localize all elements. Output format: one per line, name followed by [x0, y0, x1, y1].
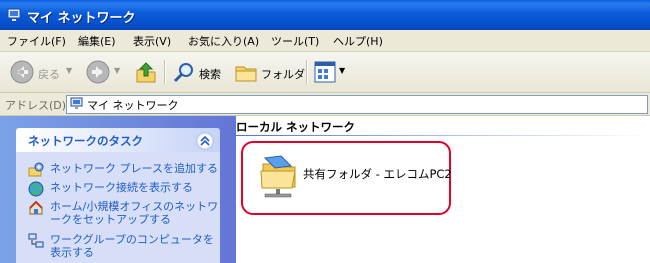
title-bar[interactable]: マイ ネットワーク [0, 0, 650, 30]
back-button[interactable]: 戻る ▼ [6, 56, 76, 88]
folder-icon [235, 66, 257, 82]
forward-button[interactable]: ▼ [82, 56, 124, 88]
network-places-icon [7, 8, 21, 21]
add-network-place-icon [28, 162, 44, 177]
address-label: アドレス(D) [5, 99, 67, 112]
task-setup-home-network-label: ホーム/小規模オフィスのネットワークをセットアップする [50, 200, 219, 226]
task-view-connections[interactable]: ネットワーク接続を表示する [28, 181, 218, 197]
search-label: 検索 [199, 68, 221, 81]
window-title: マイ ネットワーク [27, 11, 136, 26]
network-folder-icon [260, 155, 296, 198]
toolbar-separator [306, 60, 308, 84]
views-dropdown-icon: ▼ [339, 66, 346, 75]
workgroup-computers-icon [28, 233, 44, 248]
address-value: マイ ネットワーク [87, 99, 179, 112]
globe-icon [28, 181, 44, 197]
menu-help[interactable]: ヘルプ(H) [333, 33, 383, 49]
group-header: ローカル ネットワーク [236, 120, 356, 134]
collapse-button[interactable] [196, 132, 214, 150]
task-panel-body: ネットワーク プレースを追加する ネットワーク接続を表示する ホーム/小規模オフ… [16, 152, 220, 263]
task-view-workgroup-label: ワークグループのコンピュータを表示する [50, 233, 214, 259]
back-arrow-icon [10, 60, 34, 84]
menu-bar: ファイル(F) 編集(E) 表示(V) お気に入り(A) ツール(T) ヘルプ(… [0, 30, 650, 52]
content-area: ローカル ネットワーク 共有フォルダ - エレコムPC2 [236, 116, 650, 263]
task-panel-header[interactable]: ネットワークのタスク [16, 128, 220, 152]
task-pane: ネットワークのタスク ネットワーク プレースを追加する ネットワーク接続を表示す… [0, 116, 236, 263]
shared-folder-item[interactable]: 共有フォルダ - エレコムPC2 [241, 141, 452, 215]
forward-arrow-icon [86, 60, 110, 84]
search-button[interactable]: 検索 [170, 56, 226, 88]
network-places-icon [70, 97, 83, 109]
toolbar: 戻る ▼ ▼ 検索 フォルダ ▼ [0, 52, 650, 93]
menu-edit[interactable]: 編集(E) [78, 33, 116, 49]
task-add-network-place[interactable]: ネットワーク プレースを追加する [28, 162, 218, 177]
back-label: 戻る [38, 68, 60, 81]
task-add-network-place-label: ネットワーク プレースを追加する [50, 162, 218, 175]
address-bar: アドレス(D) マイ ネットワーク [0, 93, 650, 116]
group-divider [236, 135, 650, 136]
shared-folder-label: 共有フォルダ - エレコムPC2 [303, 167, 452, 181]
forward-dropdown-icon: ▼ [114, 66, 121, 75]
task-view-connections-label: ネットワーク接続を表示する [50, 181, 193, 194]
home-network-icon [29, 200, 43, 215]
search-icon [173, 63, 193, 83]
task-panel-title: ネットワークのタスク [28, 134, 143, 148]
chevron-up-icon [200, 136, 210, 146]
up-folder-button[interactable] [130, 56, 160, 88]
toolbar-separator [164, 60, 166, 84]
menu-view[interactable]: 表示(V) [133, 33, 171, 49]
views-icon [314, 61, 336, 83]
task-setup-home-network[interactable]: ホーム/小規模オフィスのネットワークをセットアップする [28, 200, 218, 228]
address-input[interactable]: マイ ネットワーク [66, 95, 648, 114]
menu-favorites[interactable]: お気に入り(A) [188, 33, 259, 49]
up-folder-icon [136, 62, 156, 83]
task-view-workgroup[interactable]: ワークグループのコンピュータを表示する [28, 233, 218, 261]
back-dropdown-icon: ▼ [66, 66, 73, 75]
folders-button[interactable]: フォルダ [232, 56, 305, 88]
menu-tools[interactable]: ツール(T) [271, 33, 319, 49]
menu-file[interactable]: ファイル(F) [7, 33, 66, 49]
views-button[interactable]: ▼ [312, 56, 350, 88]
folders-label: フォルダ [261, 68, 305, 81]
